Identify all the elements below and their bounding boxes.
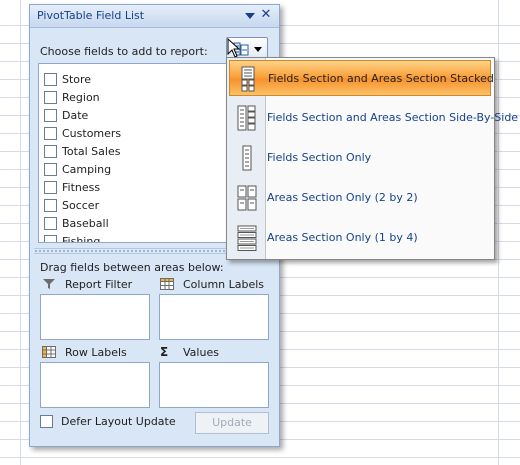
menu-item-areas-2x2[interactable]: Areas Section Only (2 by 2) [229,180,491,216]
report-filter-header: Report Filter [42,277,132,291]
filter-icon [43,279,55,289]
update-button[interactable]: Update [195,412,269,434]
column-labels-area[interactable] [159,294,269,340]
menu-item-side-by-side[interactable]: Fields Section and Areas Section Side-By… [229,100,518,136]
menu-item-areas-1x4[interactable]: Areas Section Only (1 by 4) [229,220,491,256]
checkbox[interactable] [44,108,57,122]
pane-title: PivotTable Field List [37,9,145,22]
field-item-store[interactable]: Store [44,70,91,88]
layout-stacked-icon [241,66,255,92]
field-item-customers[interactable]: Customers [44,124,121,142]
field-item-baseball[interactable]: Baseball [44,214,109,232]
field-item-fitness[interactable]: Fitness [44,178,100,196]
row-labels-icon [42,346,56,358]
grid-line [498,0,499,465]
defer-layout-row[interactable]: Defer Layout Update [40,415,176,428]
report-filter-area[interactable] [40,294,150,340]
layout-side-by-side-icon [237,105,256,131]
row-labels-header: Row Labels [42,345,127,359]
defer-layout-checkbox[interactable] [40,415,53,428]
field-item-region[interactable]: Region [44,88,100,106]
checkbox[interactable] [44,162,57,176]
choose-fields-label: Choose fields to add to report: [40,45,208,58]
defer-layout-label: Defer Layout Update [61,415,176,428]
menu-item-label: Fields Section Only [267,151,372,164]
field-item-camping[interactable]: Camping [44,160,111,178]
field-item-fishing[interactable]: Fishing [44,232,100,242]
chevron-down-icon [254,47,262,52]
grid-line [20,0,21,465]
menu-item-fields-only[interactable]: Fields Section Only [229,140,491,176]
pane-title-bar: PivotTable Field List ✕ [30,5,279,28]
row-labels-area[interactable] [40,362,150,408]
layout-areas-2x2-icon [237,185,257,211]
field-item-date[interactable]: Date [44,106,88,124]
field-list[interactable]: Store Region Date Customers Total Sales … [38,63,240,243]
checkbox[interactable] [44,198,57,212]
field-item-soccer[interactable]: Soccer [44,196,99,214]
column-labels-header: Column Labels [160,277,264,291]
menu-item-label: Fields Section and Areas Section Side-By… [267,111,519,124]
layout-options-menu: Fields Section and Areas Section Stacked… [226,57,518,260]
checkbox[interactable] [44,216,57,230]
field-item-total-sales[interactable]: Total Sales [44,142,120,160]
layout-areas-1x4-icon [237,225,257,251]
menu-item-label: Fields Section and Areas Section Stacked [268,72,494,85]
values-area[interactable] [159,362,269,408]
layout-fields-only-icon [242,145,252,171]
menu-item-stacked[interactable]: Fields Section and Areas Section Stacked [229,60,494,96]
pane-options-icon[interactable] [244,10,256,22]
values-header: Σ Values [160,345,219,359]
checkbox[interactable] [44,72,57,86]
checkbox[interactable] [44,144,57,158]
checkbox[interactable] [44,90,57,104]
column-labels-icon [160,278,174,290]
checkbox[interactable] [44,180,57,194]
menu-item-label: Areas Section Only (1 by 4) [267,231,418,244]
menu-item-label: Areas Section Only (2 by 2) [267,191,418,204]
checkbox[interactable] [44,126,57,140]
drag-fields-label: Drag fields between areas below: [40,261,224,274]
sigma-icon: Σ [160,345,169,359]
checkbox[interactable] [44,234,57,242]
close-icon[interactable]: ✕ [259,8,273,22]
